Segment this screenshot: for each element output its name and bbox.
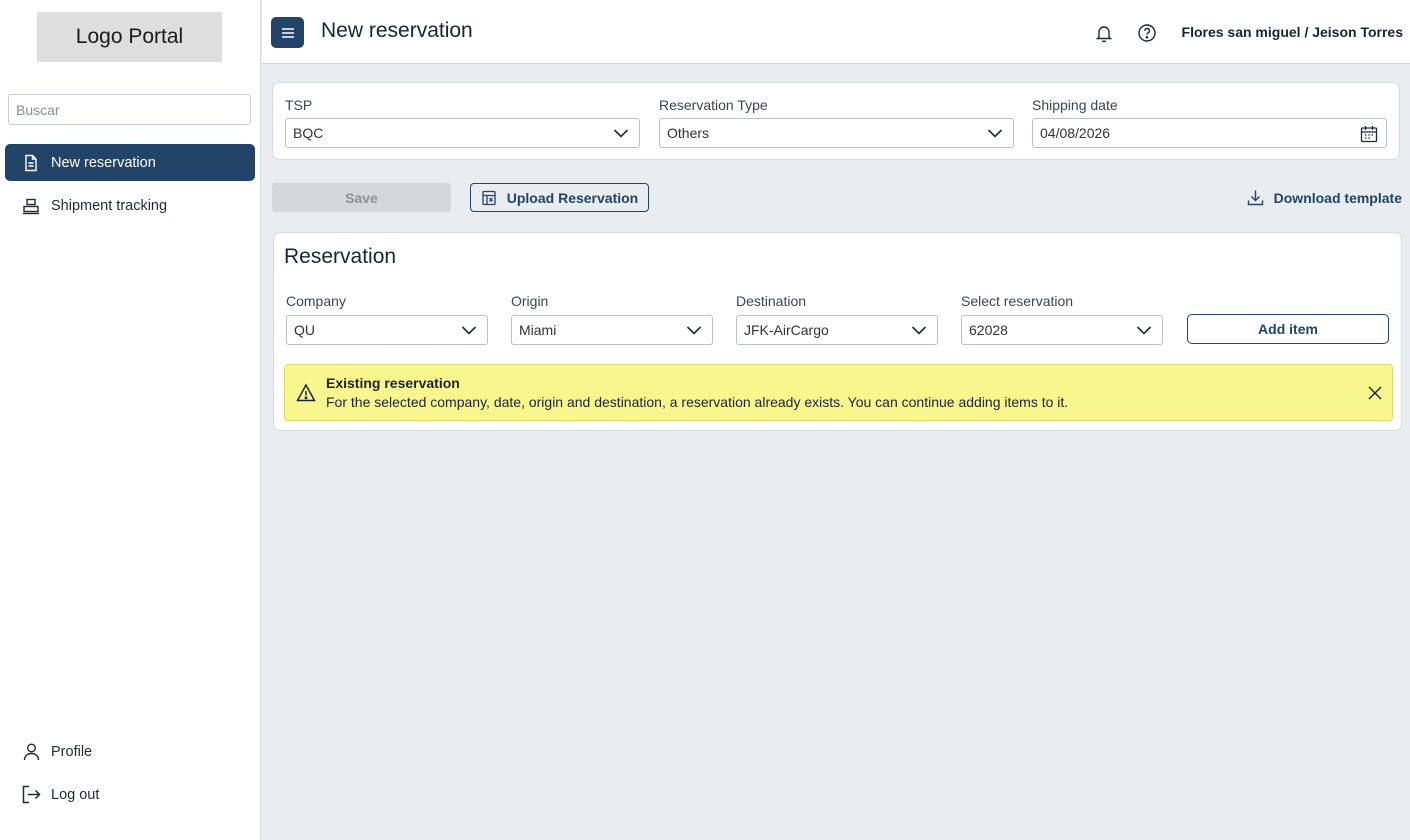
tsp-value: BQC bbox=[293, 125, 324, 141]
alert-title: Existing reservation bbox=[326, 375, 460, 391]
user-name[interactable]: Flores san miguel / Jeison Torres bbox=[1182, 24, 1403, 40]
top-bar: New reservation Flores san miguel / Jeis… bbox=[262, 0, 1410, 64]
logout-label: Log out bbox=[51, 786, 100, 803]
chevron-down-icon bbox=[987, 129, 1003, 138]
sidebar-item-label: Shipment tracking bbox=[51, 197, 168, 214]
select-reservation-select[interactable]: 62028 bbox=[961, 315, 1163, 345]
select-reservation-label: Select reservation bbox=[961, 293, 1074, 309]
origin-value: Miami bbox=[519, 322, 557, 338]
filters-card: TSP BQC Reservation Type Others Shipping… bbox=[272, 82, 1400, 160]
tsp-label: TSP bbox=[285, 97, 313, 113]
menu-button[interactable] bbox=[271, 17, 304, 48]
shipping-date-value: 04/08/2026 bbox=[1040, 125, 1111, 141]
chevron-down-icon bbox=[1136, 326, 1152, 335]
destination-select[interactable]: JFK-AirCargo bbox=[736, 315, 938, 345]
chevron-down-icon bbox=[686, 326, 702, 335]
tsp-select[interactable]: BQC bbox=[285, 118, 640, 148]
company-value: QU bbox=[294, 322, 315, 338]
reservation-card: Reservation Company QU Origin Miami Dest… bbox=[273, 232, 1402, 431]
company-select[interactable]: QU bbox=[286, 315, 488, 345]
logout-link[interactable]: Log out bbox=[22, 785, 99, 804]
profile-label: Profile bbox=[51, 743, 93, 760]
search-input[interactable] bbox=[8, 94, 251, 125]
select-reservation-value: 62028 bbox=[969, 322, 1008, 338]
save-button[interactable]: Save bbox=[272, 183, 451, 212]
logout-icon bbox=[22, 785, 41, 804]
company-label: Company bbox=[286, 293, 346, 309]
close-icon[interactable] bbox=[1367, 385, 1383, 401]
reservation-type-label: Reservation Type bbox=[659, 97, 768, 113]
menu-icon bbox=[281, 27, 294, 38]
sidebar-item-new-reservation[interactable]: New reservation bbox=[5, 144, 255, 181]
origin-label: Origin bbox=[511, 293, 549, 309]
boxes-icon bbox=[22, 197, 40, 215]
download-label: Download template bbox=[1273, 189, 1402, 206]
upload-reservation-button[interactable]: Upload Reservation bbox=[470, 183, 649, 212]
shipping-date-label: Shipping date bbox=[1032, 97, 1118, 113]
alert-message: For the selected company, date, origin a… bbox=[326, 394, 1069, 410]
existing-reservation-alert: Existing reservation For the selected co… bbox=[284, 364, 1393, 421]
page-title: New reservation bbox=[321, 19, 473, 42]
origin-select[interactable]: Miami bbox=[511, 315, 713, 345]
reservation-type-select[interactable]: Others bbox=[659, 118, 1014, 148]
calendar-icon[interactable] bbox=[1360, 125, 1378, 143]
profile-link[interactable]: Profile bbox=[22, 742, 92, 761]
user-icon bbox=[22, 742, 41, 761]
reservation-type-value: Others bbox=[667, 125, 710, 141]
chevron-down-icon bbox=[461, 326, 477, 335]
chevron-down-icon bbox=[911, 326, 927, 335]
bell-icon[interactable] bbox=[1094, 23, 1114, 43]
download-template-link[interactable]: Download template bbox=[1247, 189, 1402, 206]
logo: Logo Portal bbox=[37, 12, 222, 62]
sidebar-item-shipment-tracking[interactable]: Shipment tracking bbox=[5, 187, 255, 224]
destination-label: Destination bbox=[736, 293, 807, 309]
add-item-button[interactable]: Add item bbox=[1187, 314, 1389, 344]
download-icon bbox=[1247, 190, 1263, 206]
help-icon[interactable] bbox=[1137, 23, 1157, 43]
reservation-title: Reservation bbox=[284, 245, 397, 268]
sidebar: Logo Portal New reservation Shipment tra… bbox=[0, 0, 261, 840]
shipping-date-field[interactable]: 04/08/2026 bbox=[1032, 118, 1387, 148]
sidebar-item-label: New reservation bbox=[51, 154, 156, 171]
document-icon bbox=[22, 154, 40, 172]
destination-value: JFK-AirCargo bbox=[744, 322, 829, 338]
chevron-down-icon bbox=[613, 129, 629, 138]
spreadsheet-icon bbox=[482, 190, 496, 205]
warning-icon bbox=[296, 383, 316, 402]
upload-label: Upload Reservation bbox=[506, 189, 639, 206]
